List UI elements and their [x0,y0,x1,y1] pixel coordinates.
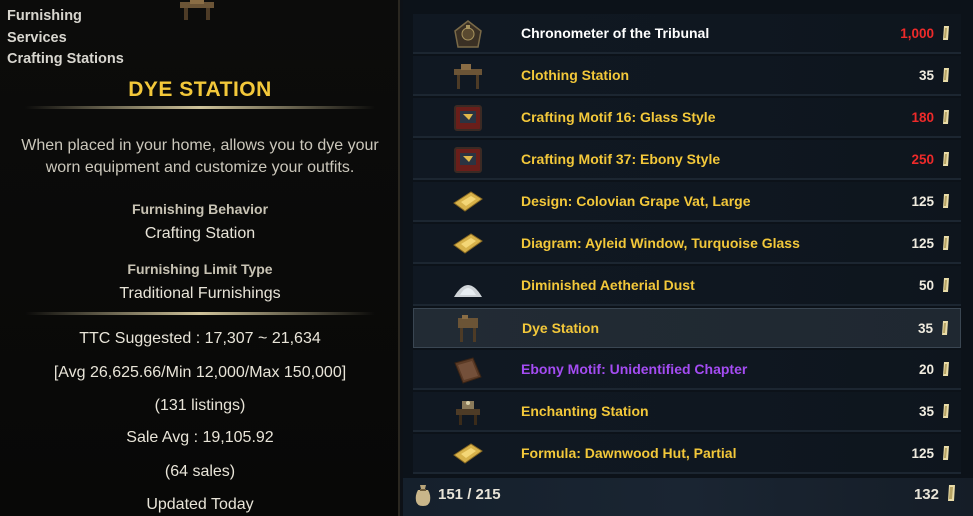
chapter-book-icon [451,355,485,385]
item-price: 50 [918,278,934,293]
inventory-footer: 151 / 215 132 [403,478,973,516]
gold-coin-icon [941,67,951,83]
gold-coin-icon [948,485,955,501]
blueprint-icon [451,229,485,259]
ttc-listings: (131 listings) [154,397,246,414]
inventory-row[interactable]: Diminished Aetherial Dust 50 [413,266,961,306]
item-name: Clothing Station [521,67,630,83]
inventory-row[interactable]: Ebony Motif: Unidentified Chapter 20 [413,350,961,390]
item-name: Enchanting Station [521,403,649,419]
inventory-row[interactable]: Design: Colovian Grape Vat, Large 125 [413,182,961,222]
item-name: Diagram: Ayleid Window, Turquoise Glass [521,235,800,251]
tooltip-divider [25,106,375,109]
gold-coin-icon [941,151,951,167]
item-tooltip: Furnishing Services Crafting Stations DY… [0,0,400,516]
item-name: Chronometer of the Tribunal [521,25,710,41]
ttc-sales: (64 sales) [164,463,236,480]
gold-coin-icon [941,109,951,125]
inventory-row[interactable]: Crafting Motif 37: Ebony Style 250 [413,140,961,180]
item-price: 1,000 [900,26,934,41]
inventory-row[interactable]: Dye Station 35 [413,308,961,348]
tooltip-description: When placed in your home, allows you to … [21,137,379,176]
item-price: 125 [911,194,934,209]
inventory-row[interactable]: Formula: Dawnwood Hut, Partial 125 [413,434,961,474]
tooltip-category-2: Services [7,30,67,46]
item-name: Formula: Dawnwood Hut, Partial [521,445,737,461]
dust-pile-icon [451,271,485,301]
blueprint-icon [451,439,485,469]
tooltip-title: DYE STATION [128,78,272,101]
blueprint-icon [451,187,485,217]
item-price: 20 [918,362,934,377]
ttc-updated: Updated Today [146,496,254,513]
item-price: 35 [918,404,934,419]
furnishing-limit-label: Furnishing Limit Type [127,261,273,277]
gold-coin-icon [941,25,951,41]
item-name: Ebony Motif: Unidentified Chapter [521,361,748,377]
item-name: Dye Station [522,320,600,336]
ttc-stats: [Avg 26,625.66/Min 12,000/Max 150,000] [53,364,347,381]
tooltip-category-3: Crafting Stations [7,51,124,67]
tooltip-category-1: Furnishing [7,8,82,24]
motif-book-icon [451,103,485,133]
motif-book-icon [451,145,485,175]
gold-coin-icon [941,277,951,293]
bag-icon [415,485,431,506]
clothing-station-icon [451,61,485,91]
gold-amount: 132 [913,486,939,503]
bag-capacity: 151 / 215 [438,486,501,503]
tooltip-divider [25,312,375,315]
furnishing-behavior-value: Crafting Station [144,225,256,242]
item-price: 250 [911,152,934,167]
furnishing-limit-value: Traditional Furnishings [119,285,281,302]
dye-station-icon [180,0,214,20]
inventory-row[interactable]: Diagram: Ayleid Window, Turquoise Glass 1… [413,224,961,264]
item-name: Crafting Motif 16: Glass Style [521,109,716,125]
item-price: 125 [911,446,934,461]
item-name: Design: Colovian Grape Vat, Large [521,193,751,209]
gold-coin-icon [940,320,950,336]
inventory-row[interactable]: Clothing Station 35 [413,56,961,96]
enchanting-station-icon [451,397,485,427]
item-price: 125 [911,236,934,251]
dye-station-icon [452,314,486,344]
item-price: 35 [917,321,933,336]
inventory-row[interactable]: Enchanting Station 35 [413,392,961,432]
ttc-suggested: TTC Suggested : 17,307 ~ 21,634 [79,330,321,347]
item-price: 180 [911,110,934,125]
gold-coin-icon [941,445,951,461]
item-name: Crafting Motif 37: Ebony Style [521,151,721,167]
gold-coin-icon [941,361,951,377]
item-price: 35 [918,68,934,83]
gold-coin-icon [941,235,951,251]
chronometer-icon [451,19,485,49]
furnishing-behavior-label: Furnishing Behavior [131,201,269,217]
inventory-row[interactable]: Chronometer of the Tribunal 1,000 [413,14,961,54]
gold-coin-icon [941,193,951,209]
gold-coin-icon [941,403,951,419]
inventory-list[interactable]: Chronometer of the Tribunal 1,000 Clothing… [403,0,973,516]
item-name: Diminished Aetherial Dust [521,277,695,293]
inventory-row[interactable]: Crafting Motif 16: Glass Style 180 [413,98,961,138]
ttc-sale-avg: Sale Avg : 19,105.92 [126,429,274,446]
